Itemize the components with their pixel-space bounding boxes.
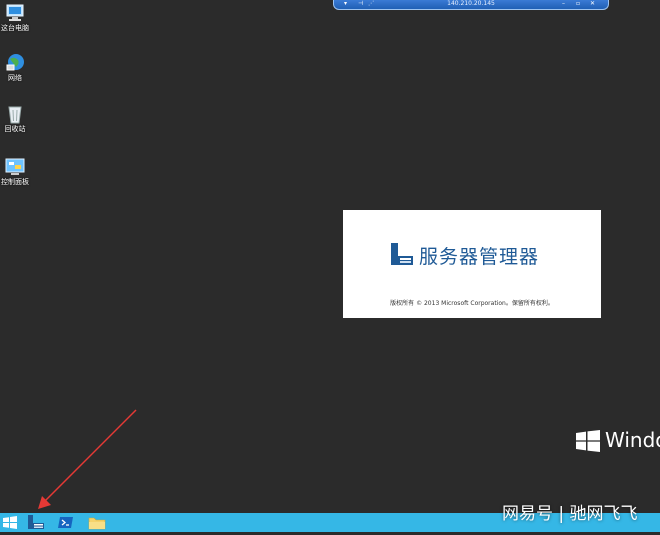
minimize-icon[interactable]: – (562, 0, 565, 8)
folder-icon (88, 517, 106, 530)
powershell-icon (58, 517, 73, 528)
remote-connection-bar[interactable]: ▾ ⊣ ⋰ 140.210.20.145 – ▫ ✕ (333, 0, 609, 10)
server-manager-taskbar-icon (28, 515, 44, 529)
desktop-icon-label: 网络 (8, 74, 22, 82)
server-manager-splash: 服务器管理器 版权所有 © 2013 Microsoft Corporation… (343, 210, 601, 318)
recycle-bin-icon (8, 106, 22, 124)
network-icon (6, 54, 24, 71)
remote-host-ip: 140.210.20.145 (447, 0, 495, 7)
desktop-icon-recycle-bin[interactable]: 回收站 (0, 103, 30, 134)
desktop-icon-label: 这台电脑 (1, 24, 29, 32)
close-icon[interactable]: ✕ (590, 0, 595, 8)
file-explorer-button[interactable] (86, 514, 108, 531)
start-button[interactable] (0, 514, 22, 531)
powershell-button[interactable] (55, 514, 77, 531)
windows-start-icon (3, 516, 17, 529)
windows-logo-icon (576, 430, 600, 452)
computer-icon (6, 4, 24, 21)
desktop-icon-label: 控制面板 (1, 178, 29, 186)
desktop-icon-network[interactable]: 网络 (0, 52, 30, 83)
server-manager-button[interactable] (25, 514, 47, 531)
image-watermark: 网易号 | 驰网飞飞 (502, 504, 638, 524)
restore-icon[interactable]: ▫ (576, 0, 580, 8)
desktop-icon-this-pc[interactable]: 这台电脑 (0, 2, 30, 33)
server-manager-icon (391, 243, 413, 265)
windows-watermark-text: Windo (605, 428, 660, 452)
splash-title: 服务器管理器 (419, 246, 540, 268)
desktop-icon-control-panel[interactable]: 控制面板 (0, 156, 30, 187)
control-panel-icon (5, 158, 25, 175)
desktop-icon-label: 回收站 (4, 125, 26, 133)
splash-copyright: 版权所有 © 2013 Microsoft Corporation。保留所有权利… (390, 300, 554, 307)
